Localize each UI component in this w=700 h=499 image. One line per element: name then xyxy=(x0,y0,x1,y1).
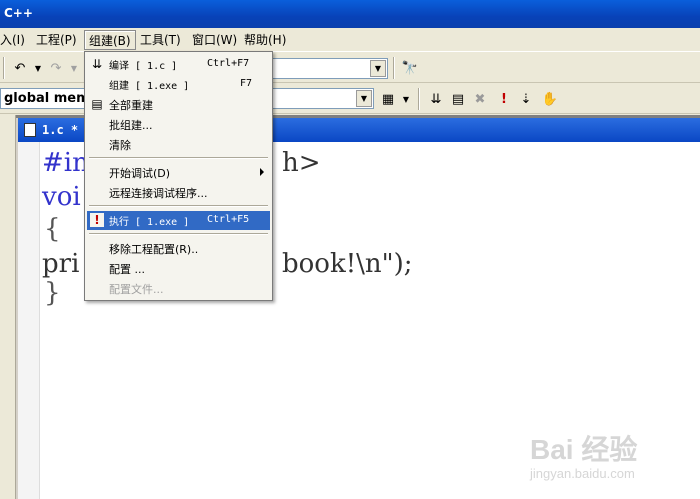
menu-bar: 入(I) 工程(P) 组建(B) 工具(T) 窗口(W) 帮助(H) xyxy=(0,28,700,52)
menu-item-remove-config[interactable]: 移除工程配置(R).. xyxy=(87,239,270,258)
window-title: C++ xyxy=(4,6,33,20)
menu-item-compile[interactable]: ⇊ 编译 [ 1.c ] Ctrl+F7 xyxy=(87,55,270,74)
code-fragment[interactable]: h> xyxy=(282,148,321,178)
menu-item-profile: 配置文件... xyxy=(109,283,164,296)
chevron-down-icon[interactable]: ▼ xyxy=(356,90,372,107)
rebuild-all-icon: ▤ xyxy=(91,97,103,111)
workspace-edge xyxy=(0,115,16,499)
menu-project[interactable]: 工程(P) xyxy=(32,30,81,50)
file-icon xyxy=(24,123,36,137)
submenu-arrow-icon xyxy=(260,168,264,176)
breakpoint-hand-icon[interactable]: ✋ xyxy=(540,89,560,109)
execute-icon: ! xyxy=(90,213,104,227)
editor-title: 1.c * xyxy=(42,123,79,137)
menu-item-configurations[interactable]: 配置 ... xyxy=(87,259,270,278)
compile-icon: ⇊ xyxy=(91,57,103,71)
code-line[interactable]: { xyxy=(44,214,61,244)
menu-tools[interactable]: 工具(T) xyxy=(136,30,185,50)
undo-icon[interactable]: ↶ xyxy=(10,58,30,78)
compile-icon[interactable]: ⇊ xyxy=(426,89,446,109)
menu-separator xyxy=(89,233,268,235)
find-in-files-icon[interactable]: 🔭 xyxy=(400,58,420,78)
execute-icon[interactable]: ! xyxy=(494,89,514,109)
menu-item-start-debug[interactable]: 开始调试(D) xyxy=(87,163,270,182)
stop-build-icon: ✖ xyxy=(474,91,486,107)
build-icon[interactable]: ▤ xyxy=(448,89,468,109)
code-line[interactable]: pri xyxy=(42,249,79,279)
watermark-logo: Bai 经验 jingyan.baidu.com xyxy=(530,434,638,481)
chevron-down-icon[interactable]: ▼ xyxy=(370,60,386,77)
menu-build[interactable]: 组建(B) xyxy=(84,30,136,50)
code-line[interactable]: #in xyxy=(42,148,89,178)
code-line[interactable]: } xyxy=(44,278,61,308)
editor-gutter xyxy=(18,142,40,499)
wizard-dropdown-icon[interactable]: ▼ xyxy=(396,89,416,109)
menu-item-rebuild-all[interactable]: ▤ 全部重建 xyxy=(87,95,270,114)
go-icon[interactable]: ⇣ xyxy=(516,89,536,109)
menu-item-build[interactable]: 组建 [ 1.exe ] F7 xyxy=(87,75,270,94)
menu-item-remote-debug[interactable]: 远程连接调试程序... xyxy=(87,183,270,202)
title-bar: C++ xyxy=(0,0,700,28)
menu-item-clean[interactable]: 清除 xyxy=(87,135,270,154)
undo-dropdown-icon[interactable]: ▼ xyxy=(28,58,48,78)
members-combo[interactable]: ▼ xyxy=(270,88,374,109)
code-fragment[interactable]: book!\n"); xyxy=(282,249,413,279)
menu-window[interactable]: 窗口(W) xyxy=(188,30,241,50)
wizard-action-icon[interactable]: ▦ xyxy=(378,89,398,109)
code-line[interactable]: voi xyxy=(42,182,81,212)
redo-dropdown-icon: ▼ xyxy=(70,63,78,73)
menu-help[interactable]: 帮助(H) xyxy=(240,30,290,50)
menu-separator xyxy=(89,205,268,207)
toolbar-separator xyxy=(393,57,395,79)
toolbar-separator xyxy=(3,57,5,79)
find-combo[interactable]: ▼ xyxy=(270,58,388,79)
build-menu: ⇊ 编译 [ 1.c ] Ctrl+F7 组建 [ 1.exe ] F7 ▤ 全… xyxy=(84,51,273,301)
redo-icon: ↷ xyxy=(50,60,62,76)
menu-insert[interactable]: 入(I) xyxy=(0,30,29,50)
menu-item-batch-build[interactable]: 批组建... xyxy=(87,115,270,134)
toolbar-separator xyxy=(418,88,420,110)
class-scope-combo[interactable]: global memb xyxy=(0,88,99,109)
menu-separator xyxy=(89,157,268,159)
menu-item-execute[interactable]: ! 执行 [ 1.exe ] Ctrl+F5 xyxy=(87,211,270,230)
